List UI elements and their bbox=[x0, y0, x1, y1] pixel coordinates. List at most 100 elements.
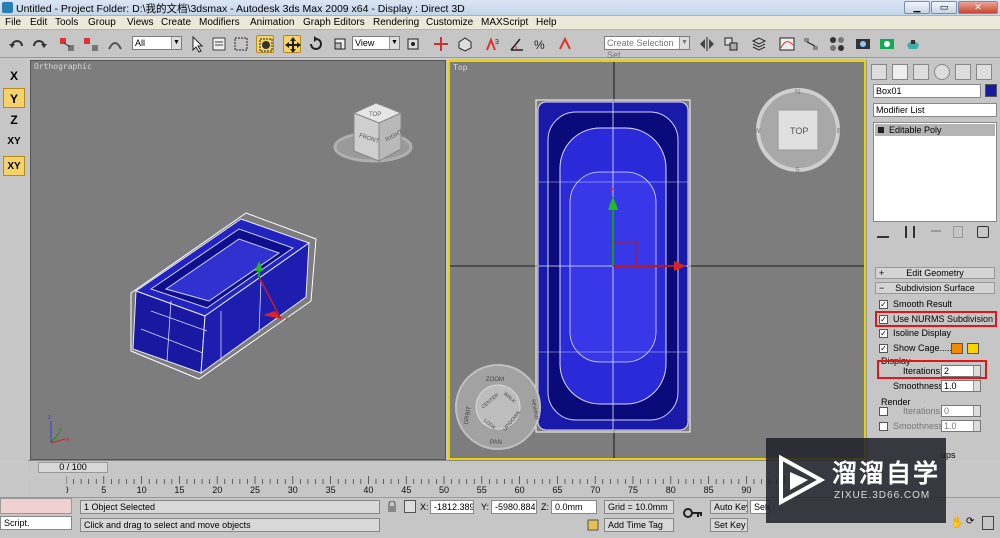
cage-color-swatch-2[interactable] bbox=[967, 343, 979, 354]
menu-modifiers[interactable]: Modifiers bbox=[199, 17, 240, 28]
constrain-plane-button[interactable]: XY bbox=[3, 156, 25, 176]
render-smoothness-spinner[interactable]: 1.0 bbox=[941, 420, 981, 432]
render-setup-icon[interactable] bbox=[854, 35, 872, 53]
viewport-top[interactable]: Top TOP N S E W y ZOOM ORBIT CENTER WALK… bbox=[448, 60, 866, 460]
modify-tab-icon[interactable] bbox=[892, 64, 908, 80]
bathtub-object-top[interactable]: y bbox=[535, 99, 691, 433]
time-slider-thumb[interactable]: 0 / 100 bbox=[38, 462, 108, 473]
menu-tools[interactable]: Tools bbox=[55, 17, 78, 28]
keyboard-shortcut-icon[interactable] bbox=[456, 35, 474, 53]
app-icon[interactable] bbox=[2, 2, 13, 13]
menu-create[interactable]: Create bbox=[161, 17, 191, 28]
pivot-center-icon[interactable] bbox=[404, 35, 422, 53]
maximize-button[interactable]: ▭ bbox=[931, 1, 957, 14]
rect-selection-icon[interactable] bbox=[232, 35, 250, 53]
create-tab-icon[interactable] bbox=[871, 64, 887, 80]
orbit-icon[interactable]: ⟳ bbox=[966, 516, 980, 530]
reference-coord-select[interactable]: View ▼ bbox=[352, 36, 400, 50]
pin-stack-icon[interactable] bbox=[877, 226, 889, 238]
viewcube-compass[interactable]: TOP N S E W bbox=[754, 88, 842, 174]
add-time-tag-button[interactable]: Add Time Tag bbox=[604, 518, 674, 532]
select-and-scale-icon[interactable] bbox=[331, 35, 349, 53]
layer-manager-icon[interactable] bbox=[750, 35, 768, 53]
close-button[interactable]: ✕ bbox=[958, 1, 998, 14]
constrain-xy-button[interactable]: XY bbox=[3, 132, 25, 152]
constrain-x-button[interactable]: X bbox=[3, 66, 25, 86]
viewport-orthographic[interactable]: Orthographic TOP FRONT RIGHT x z x y bbox=[30, 60, 446, 460]
x-coord-input[interactable]: -1812.389r bbox=[430, 500, 474, 514]
angle-snap-icon[interactable] bbox=[508, 35, 526, 53]
z-coord-input[interactable]: 0.0mm bbox=[551, 500, 597, 514]
steering-wheel[interactable]: ZOOM ORBIT CENTER WALK LOOK UP/DOWN REWI… bbox=[455, 364, 541, 450]
schematic-view-icon[interactable] bbox=[802, 35, 820, 53]
constrain-z-button[interactable]: Z bbox=[3, 110, 25, 130]
render-iterations-checkbox[interactable] bbox=[879, 407, 888, 416]
motion-tab-icon[interactable] bbox=[934, 64, 950, 80]
render-smoothness-checkbox[interactable] bbox=[879, 422, 888, 431]
lock-selection-icon[interactable] bbox=[386, 500, 398, 513]
window-crossing-icon[interactable] bbox=[256, 35, 274, 53]
menu-views[interactable]: Views bbox=[127, 17, 154, 28]
make-unique-icon[interactable] bbox=[931, 230, 941, 232]
menu-maxscript[interactable]: MAXScript bbox=[481, 17, 528, 28]
select-manipulate-icon[interactable] bbox=[432, 35, 450, 53]
expand-icon[interactable] bbox=[878, 127, 884, 133]
spinner-snap-icon[interactable] bbox=[556, 35, 574, 53]
menu-animation[interactable]: Animation bbox=[250, 17, 294, 28]
auto-key-button[interactable]: Auto Key bbox=[710, 500, 748, 514]
selection-filter-select[interactable]: All ▼ bbox=[132, 36, 182, 50]
absolute-mode-icon[interactable] bbox=[404, 500, 416, 513]
utilities-tab-icon[interactable] bbox=[976, 64, 992, 80]
mirror-icon[interactable] bbox=[698, 35, 716, 53]
show-end-result-icon[interactable] bbox=[905, 226, 915, 238]
cage-color-swatch-1[interactable] bbox=[951, 343, 963, 354]
bathtub-object-iso[interactable]: x bbox=[130, 212, 317, 380]
maximize-viewport-icon[interactable] bbox=[982, 516, 994, 530]
menu-graph-editors[interactable]: Graph Editors bbox=[303, 17, 365, 28]
set-key-button[interactable]: Set Key bbox=[710, 518, 748, 532]
constrain-y-button[interactable]: Y bbox=[3, 88, 25, 108]
time-slider[interactable]: 0 / 100 bbox=[28, 460, 866, 474]
isoline-display-checkbox[interactable]: ✓ bbox=[879, 329, 888, 338]
object-color-swatch[interactable] bbox=[985, 84, 997, 97]
menu-rendering[interactable]: Rendering bbox=[373, 17, 419, 28]
maxscript-input[interactable]: Script. bbox=[0, 516, 72, 530]
rollout-subdivision-surface[interactable]: − Subdivision Surface bbox=[875, 282, 995, 294]
modifier-list-dropdown[interactable]: Modifier List bbox=[873, 103, 997, 117]
time-tag-icon[interactable] bbox=[586, 518, 600, 532]
named-selection-input[interactable]: Create Selection Set ▼ bbox=[604, 36, 690, 60]
hierarchy-tab-icon[interactable] bbox=[913, 64, 929, 80]
minimize-button[interactable]: ▁ bbox=[904, 1, 930, 14]
select-object-icon[interactable] bbox=[188, 35, 206, 53]
smooth-result-checkbox[interactable]: ✓ bbox=[879, 300, 888, 309]
menu-file[interactable]: File bbox=[5, 17, 21, 28]
material-editor-icon[interactable] bbox=[828, 35, 846, 53]
menu-edit[interactable]: Edit bbox=[30, 17, 47, 28]
select-by-name-icon[interactable] bbox=[210, 35, 228, 53]
configure-sets-icon[interactable] bbox=[977, 226, 989, 238]
remove-modifier-icon[interactable] bbox=[953, 226, 963, 238]
select-and-rotate-icon[interactable] bbox=[307, 35, 325, 53]
rendered-frame-icon[interactable] bbox=[878, 35, 896, 53]
render-production-icon[interactable] bbox=[904, 35, 922, 53]
menu-help[interactable]: Help bbox=[536, 17, 557, 28]
unlink-icon[interactable] bbox=[82, 35, 100, 53]
menu-group[interactable]: Group bbox=[88, 17, 116, 28]
snaps-toggle-icon[interactable]: 3 bbox=[484, 35, 502, 53]
align-icon[interactable] bbox=[722, 35, 740, 53]
display-tab-icon[interactable] bbox=[955, 64, 971, 80]
undo-icon[interactable] bbox=[8, 35, 26, 53]
bind-spacewarp-icon[interactable] bbox=[106, 35, 124, 53]
show-cage-checkbox[interactable]: ✓ bbox=[879, 344, 888, 353]
percent-snap-icon[interactable]: % bbox=[532, 35, 550, 53]
link-icon[interactable] bbox=[58, 35, 76, 53]
smoothness-spinner[interactable]: 1.0 bbox=[941, 380, 981, 392]
pan-hand-icon[interactable]: ✋ bbox=[950, 516, 964, 530]
y-coord-input[interactable]: -5980.884r bbox=[491, 500, 537, 514]
select-and-move-icon[interactable] bbox=[283, 35, 301, 53]
render-iterations-spinner[interactable]: 0 bbox=[941, 405, 981, 417]
maxscript-listener-mini[interactable] bbox=[0, 498, 72, 514]
track-bar[interactable]: 0 5 10 15 20 25 30 35 40 45 50 55 60 65 70 75 80 85 90 bbox=[28, 476, 788, 496]
rollout-edit-geometry[interactable]: + Edit Geometry bbox=[875, 267, 995, 279]
key-icon[interactable] bbox=[682, 506, 704, 520]
